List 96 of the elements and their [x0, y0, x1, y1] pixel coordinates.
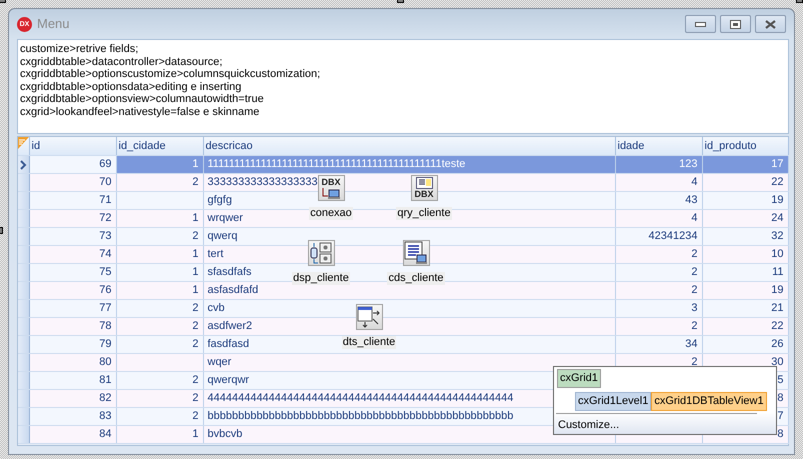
table-cell: 84	[29, 426, 116, 444]
memo-line: cxgrid>lookandfeel>nativestyle=false e skinname	[20, 106, 260, 119]
table-cell: 24	[702, 210, 788, 228]
table-cell: 2	[116, 336, 203, 354]
table-cell: 19	[702, 192, 788, 210]
column-header[interactable]: id	[29, 137, 116, 156]
table-cell: 3	[615, 300, 702, 318]
component-label: conexao	[309, 207, 353, 220]
memo-line: cxgriddbtable>optionscustomize>columnsquickcustomization;	[20, 68, 322, 81]
table-cell: 83	[29, 408, 116, 426]
table-cell: 70	[29, 174, 116, 192]
row-indicator[interactable]	[18, 156, 29, 174]
table-cell: 69	[29, 156, 116, 174]
minimize-button[interactable]	[685, 15, 716, 33]
table-cell: 1	[116, 264, 203, 282]
table-cell: 75	[29, 264, 116, 282]
column-header[interactable]: idade	[615, 137, 702, 156]
table-cell: 80	[29, 354, 116, 372]
table-cell: 1	[116, 282, 203, 300]
table-cell: 32	[702, 228, 788, 246]
view-node[interactable]: cxGrid1DBTableView1	[651, 392, 767, 411]
table-cell: 34	[615, 336, 702, 354]
table-cell: 43	[615, 192, 702, 210]
table-cell: 4	[615, 174, 702, 192]
component-button[interactable]	[402, 240, 430, 266]
table-cell: 76	[29, 282, 116, 300]
table-cell: 81	[29, 372, 116, 390]
table-cell: 11	[702, 264, 788, 282]
table-cell: 2	[615, 246, 702, 264]
component-label: cds_cliente	[387, 272, 445, 285]
table-cell: qwerq	[203, 228, 615, 246]
table-cell: 2	[615, 264, 702, 282]
query-icon	[416, 177, 434, 189]
table-cell: 2	[116, 318, 203, 336]
column-header[interactable]: id_produto	[702, 137, 788, 156]
table-cell: 42341234	[615, 228, 702, 246]
table-cell: 19	[702, 282, 788, 300]
provider-icon	[309, 241, 333, 265]
table-cell: wqer	[203, 354, 615, 372]
table-cell: 2	[116, 372, 203, 390]
memo-line: cxgriddbtable>optionsdata>editing e inserting	[20, 80, 242, 94]
icon-text: DBX	[321, 178, 340, 187]
table-cell: 78	[29, 318, 116, 336]
level-node[interactable]: cxGrid1Level1	[575, 392, 652, 411]
table-cell: 1	[116, 246, 203, 264]
column-header[interactable]: id_cidade	[116, 137, 203, 156]
window-title: Menu	[37, 15, 70, 34]
table-cell: 123	[615, 156, 702, 174]
table-cell: 1	[116, 426, 203, 444]
table-cell: 2	[116, 300, 203, 318]
table-cell: 1	[116, 210, 203, 228]
component-button[interactable]	[308, 240, 334, 266]
memo-field[interactable]	[17, 39, 789, 134]
component-button[interactable]: DBX	[410, 175, 438, 201]
table-cell: 26	[702, 336, 788, 354]
table-cell: 2	[116, 228, 203, 246]
maximize-button[interactable]	[720, 15, 751, 33]
table-cell: 22	[702, 318, 788, 336]
table-cell: 77	[29, 300, 116, 318]
table-cell: 73	[29, 228, 116, 246]
table-cell: 2	[116, 408, 203, 426]
table-cell: 22	[702, 174, 788, 192]
table-cell: 2	[116, 390, 203, 408]
table-cell: 1	[116, 156, 203, 174]
computer-icon	[322, 188, 342, 200]
table-cell: 17	[702, 156, 788, 174]
table-cell: 79	[29, 336, 116, 354]
memo-line: cxgriddbtable>datacontroller>datasource;	[20, 56, 224, 68]
icon-text: DBX	[414, 190, 434, 199]
table-cell: 72	[29, 210, 116, 228]
component-button[interactable]	[356, 304, 382, 330]
table-cell: 4	[615, 210, 702, 228]
grid-node[interactable]: cxGrid1	[557, 369, 601, 388]
close-button[interactable]	[755, 15, 786, 33]
minimize-icon	[695, 22, 706, 26]
table-cell: 11111111111111111111111111111111111111111111teste	[203, 156, 615, 174]
component-label: dsp_cliente	[292, 272, 350, 285]
datasource-icon	[357, 305, 381, 329]
table-cell: 2	[615, 282, 702, 300]
component-label: qry_cliente	[396, 207, 452, 220]
table-cell: 82	[29, 390, 116, 408]
table-cell: 21	[702, 300, 788, 318]
table-cell: 74	[29, 246, 116, 264]
component-button[interactable]: DBX	[318, 175, 344, 201]
table-cell: 2	[116, 174, 203, 192]
table-cell: asdfwer2	[203, 318, 615, 336]
table-cell: 71	[29, 192, 116, 210]
memo-line: cxgriddbtable>optionsview>columnautowidth=true	[20, 93, 265, 106]
dataset-icon	[404, 241, 428, 265]
component-label: dts_cliente	[342, 336, 396, 349]
table-cell: 2	[615, 318, 702, 336]
maximize-icon	[730, 20, 741, 28]
column-header[interactable]: descricao	[203, 137, 615, 156]
table-cell: 10	[702, 246, 788, 264]
close-icon	[765, 20, 776, 28]
memo-line: customize>retrive fields;	[20, 43, 140, 56]
